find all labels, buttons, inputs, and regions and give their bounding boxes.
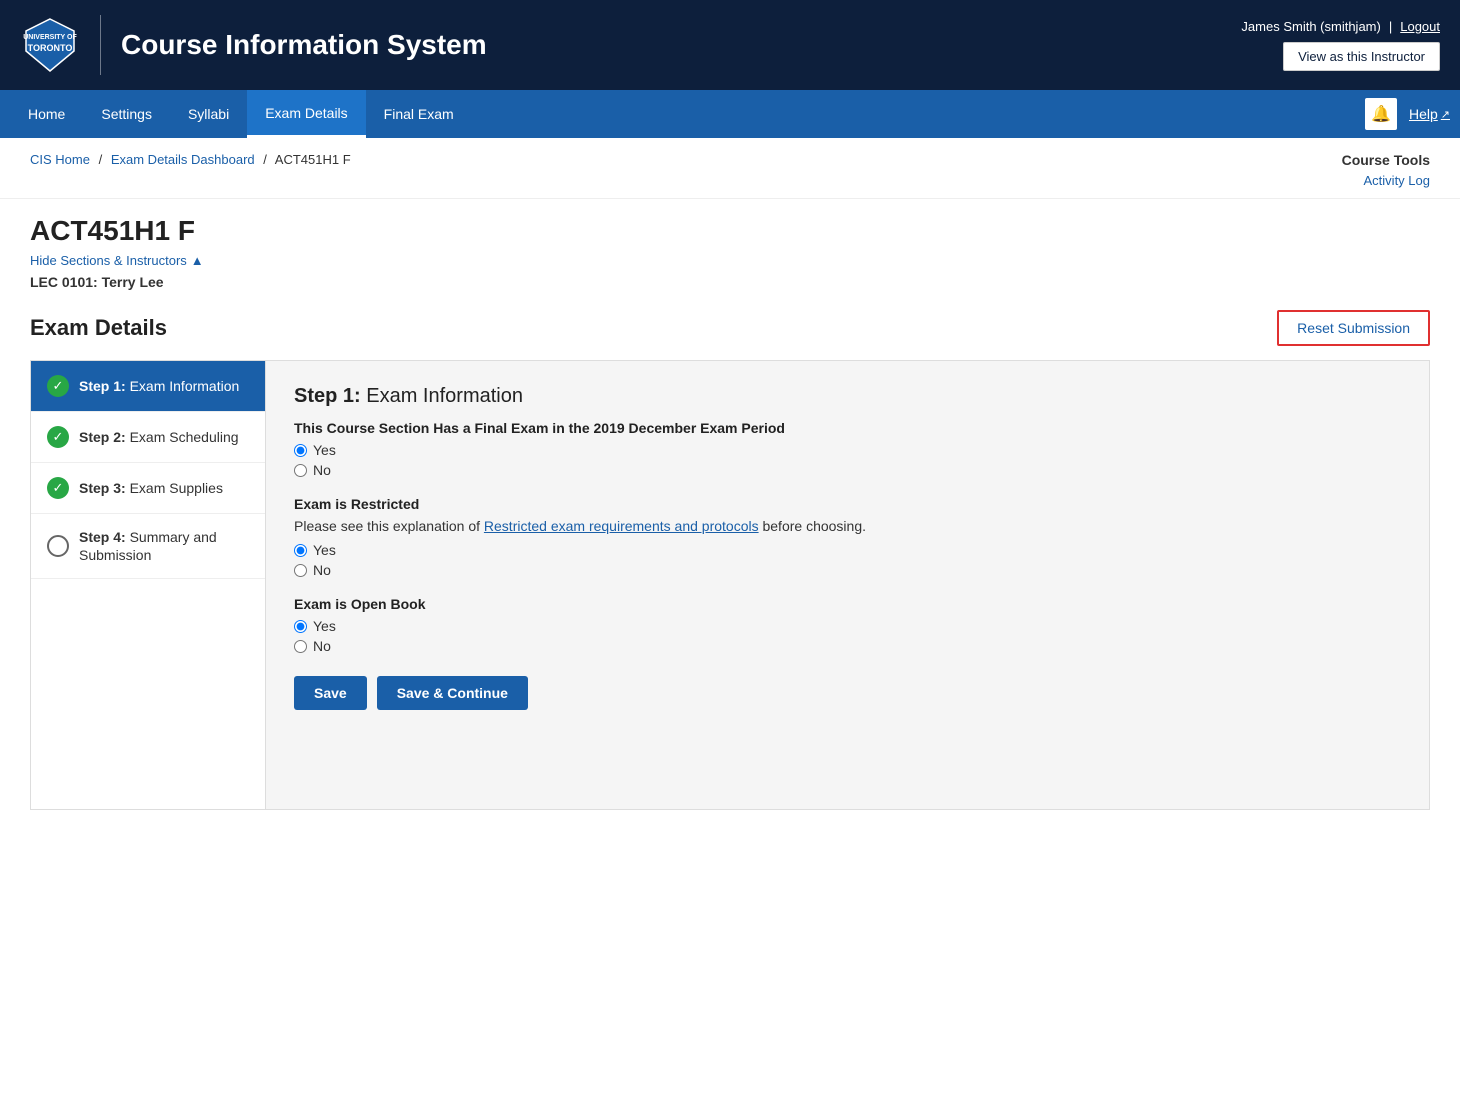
nav-exam-details[interactable]: Exam Details — [247, 90, 365, 138]
lec-info: LEC 0101: Terry Lee — [30, 274, 1430, 290]
external-link-icon: ↗ — [1441, 108, 1450, 121]
help-link[interactable]: Help ↗ — [1409, 106, 1450, 122]
navbar: Home Settings Syllabi Exam Details Final… — [0, 90, 1460, 138]
q3-yes-label: Yes — [313, 618, 336, 634]
bell-icon: 🔔 — [1371, 104, 1391, 124]
logo-area: UNIVERSITY OF TORONTO — [20, 15, 80, 75]
q2-yes-radio[interactable] — [294, 544, 307, 557]
app-title: Course Information System — [121, 29, 487, 61]
step-title-prefix: Step 1: — [294, 385, 361, 407]
question-3-block: Exam is Open Book Yes No — [294, 596, 1401, 654]
svg-text:TORONTO: TORONTO — [28, 43, 73, 53]
breadcrumb-section: CIS Home / Exam Details Dashboard / ACT4… — [0, 138, 1460, 199]
q3-no-option: No — [294, 638, 1401, 654]
q1-no-label: No — [313, 462, 331, 478]
exam-details-header: Exam Details Reset Submission — [30, 310, 1430, 346]
q2-desc-before: Please see this explanation of — [294, 518, 484, 534]
username: James Smith (smithjam) — [1241, 19, 1380, 34]
step-3-label: Step 3: Exam Supplies — [79, 479, 223, 497]
reset-submission-button[interactable]: Reset Submission — [1277, 310, 1430, 346]
q1-yes-option: Yes — [294, 442, 1401, 458]
user-info: James Smith (smithjam) | Logout — [1241, 19, 1440, 34]
save-continue-button[interactable]: Save & Continue — [377, 676, 528, 710]
breadcrumb-exam-details[interactable]: Exam Details Dashboard — [111, 152, 255, 167]
buttons-row: Save Save & Continue — [294, 676, 1401, 710]
q1-yes-radio[interactable] — [294, 444, 307, 457]
header: UNIVERSITY OF TORONTO Course Information… — [0, 0, 1460, 90]
step-1-check-icon: ✓ — [47, 375, 69, 397]
logout-link[interactable]: Logout — [1400, 19, 1440, 34]
breadcrumb-sep-1: / — [99, 152, 103, 167]
separator: | — [1389, 19, 1392, 34]
q3-yes-radio[interactable] — [294, 620, 307, 633]
step-1-item[interactable]: ✓ Step 1: Exam Information — [31, 361, 265, 412]
step-1-label: Step 1: Exam Information — [79, 377, 239, 395]
save-button[interactable]: Save — [294, 676, 367, 710]
step-content-title: Step 1: Exam Information — [294, 385, 1401, 408]
q1-no-option: No — [294, 462, 1401, 478]
exam-details-title: Exam Details — [30, 315, 167, 341]
step-2-item[interactable]: ✓ Step 2: Exam Scheduling — [31, 412, 265, 463]
hide-sections-label: Hide Sections & Instructors — [30, 253, 187, 268]
navbar-right: 🔔 Help ↗ — [1365, 98, 1450, 130]
step-3-item[interactable]: ✓ Step 3: Exam Supplies — [31, 463, 265, 514]
exam-details-section: Exam Details Reset Submission ✓ Step 1: … — [0, 290, 1460, 830]
q1-yes-label: Yes — [313, 442, 336, 458]
question-1-block: This Course Section Has a Final Exam in … — [294, 420, 1401, 478]
q3-yes-option: Yes — [294, 618, 1401, 634]
nav-syllabi[interactable]: Syllabi — [170, 90, 247, 138]
nav-home[interactable]: Home — [10, 90, 83, 138]
help-label: Help — [1409, 106, 1438, 122]
step-content: Step 1: Exam Information This Course Sec… — [266, 361, 1429, 809]
step-4-item[interactable]: Step 4: Summary and Submission — [31, 514, 265, 579]
breadcrumb-sep-2: / — [263, 152, 267, 167]
header-left: UNIVERSITY OF TORONTO Course Information… — [20, 15, 487, 75]
activity-log-link[interactable]: Activity Log — [1364, 173, 1430, 188]
course-tools-title: Course Tools — [1342, 152, 1430, 168]
step-2-check-icon: ✓ — [47, 426, 69, 448]
bell-button[interactable]: 🔔 — [1365, 98, 1397, 130]
restricted-exam-link[interactable]: Restricted exam requirements and protoco… — [484, 518, 759, 534]
q3-no-label: No — [313, 638, 331, 654]
step-4-circle-icon — [47, 535, 69, 557]
question-2-title: Exam is Restricted — [294, 496, 1401, 512]
step-title-suffix: Exam Information — [366, 385, 523, 407]
question-1-title: This Course Section Has a Final Exam in … — [294, 420, 1401, 436]
navbar-links: Home Settings Syllabi Exam Details Final… — [10, 90, 1365, 138]
question-2-block: Exam is Restricted Please see this expla… — [294, 496, 1401, 578]
chevron-up-icon: ▲ — [191, 253, 204, 268]
nav-final-exam[interactable]: Final Exam — [366, 90, 472, 138]
header-right: James Smith (smithjam) | Logout View as … — [1241, 19, 1440, 71]
q2-desc-after: before choosing. — [759, 518, 866, 534]
q2-no-radio[interactable] — [294, 564, 307, 577]
q2-yes-label: Yes — [313, 542, 336, 558]
breadcrumb: CIS Home / Exam Details Dashboard / ACT4… — [30, 152, 351, 167]
breadcrumb-current: ACT451H1 F — [275, 152, 351, 167]
university-logo: UNIVERSITY OF TORONTO — [20, 15, 80, 75]
course-title-section: ACT451H1 F Hide Sections & Instructors ▲… — [0, 199, 1460, 290]
header-divider — [100, 15, 101, 75]
course-tools: Course Tools Activity Log — [1342, 152, 1430, 188]
breadcrumb-cis-home[interactable]: CIS Home — [30, 152, 90, 167]
course-title: ACT451H1 F — [30, 215, 1430, 247]
steps-container: ✓ Step 1: Exam Information ✓ Step 2: Exa… — [30, 360, 1430, 810]
step-4-label: Step 4: Summary and Submission — [79, 528, 249, 564]
question-3-title: Exam is Open Book — [294, 596, 1401, 612]
step-3-check-icon: ✓ — [47, 477, 69, 499]
q2-no-option: No — [294, 562, 1401, 578]
q1-no-radio[interactable] — [294, 464, 307, 477]
svg-text:UNIVERSITY OF: UNIVERSITY OF — [23, 34, 77, 41]
question-2-subtitle: Please see this explanation of Restricte… — [294, 518, 1401, 534]
hide-sections-link[interactable]: Hide Sections & Instructors ▲ — [30, 253, 1430, 268]
view-instructor-button[interactable]: View as this Instructor — [1283, 42, 1440, 71]
steps-sidebar: ✓ Step 1: Exam Information ✓ Step 2: Exa… — [31, 361, 266, 809]
q2-yes-option: Yes — [294, 542, 1401, 558]
step-2-label: Step 2: Exam Scheduling — [79, 428, 239, 446]
q3-no-radio[interactable] — [294, 640, 307, 653]
q2-no-label: No — [313, 562, 331, 578]
nav-settings[interactable]: Settings — [83, 90, 170, 138]
